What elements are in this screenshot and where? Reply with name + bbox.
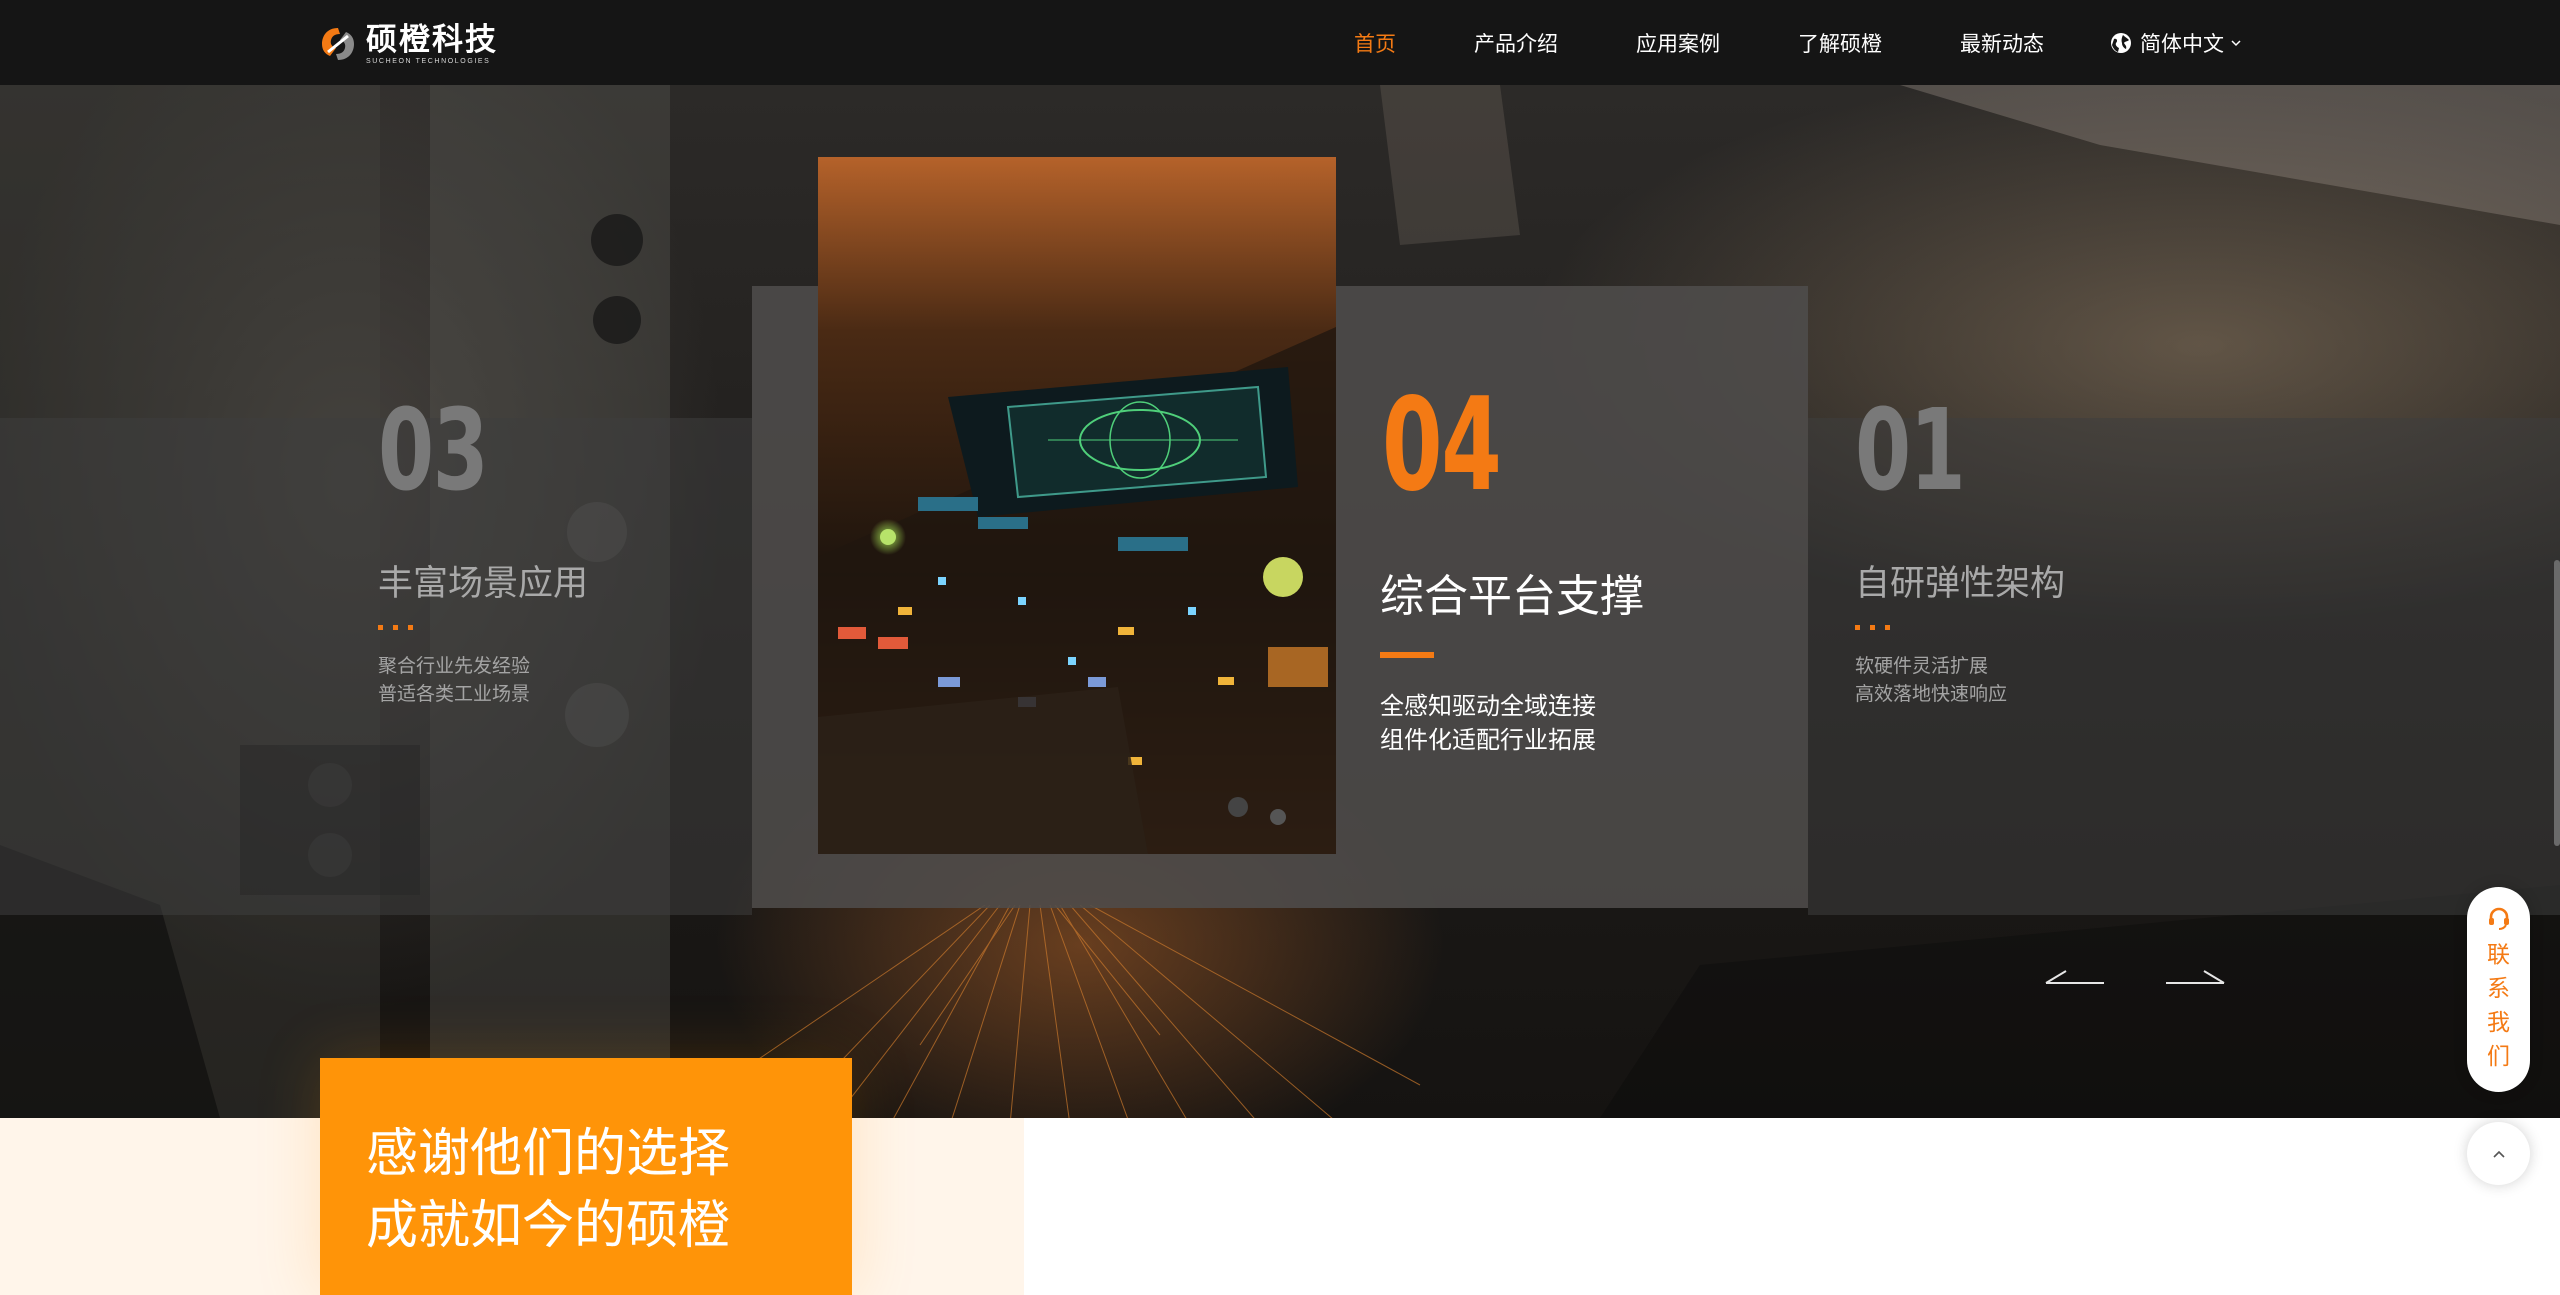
thanks-line-1: 感谢他们的选择 (366, 1125, 731, 1183)
arrow-right-icon[interactable] (2162, 965, 2228, 989)
slide-dots-right (1855, 625, 1890, 630)
slide-desc-right: 软硬件灵活扩展 高效落地快速响应 (1855, 656, 2008, 705)
slide-desc-left: 聚合行业先发经验 普适各类工业场景 (378, 656, 531, 705)
nav-item-products[interactable]: 产品介绍 (1474, 28, 1558, 58)
contact-label-char: 联 (2487, 941, 2510, 967)
sucheon-logo-icon (322, 28, 354, 60)
thanks-line-2: 成就如今的硕橙 (366, 1197, 731, 1255)
slide-number-left: 03 (378, 386, 489, 516)
main-nav: 首页 产品介绍 应用案例 了解硕橙 最新动态 简体中文 (1276, 0, 2242, 85)
chevron-down-icon (2231, 39, 2241, 46)
thanks-banner: 感谢他们的选择 成就如今的硕橙 (320, 1058, 852, 1295)
nav-item-about[interactable]: 了解硕橙 (1798, 28, 1882, 58)
contact-label-char: 系 (2487, 975, 2510, 1001)
brand-name: 硕橙科技 (366, 21, 498, 57)
language-selector[interactable]: 简体中文 (2110, 28, 2242, 58)
nav-item-home[interactable]: 首页 (1354, 28, 1396, 58)
slide-title-active: 综合平台支撑 (1380, 572, 1644, 621)
contact-label-char: 我 (2487, 1009, 2510, 1035)
contact-us-button[interactable]: 联 系 我 们 (2467, 887, 2530, 1092)
headset-icon (2488, 907, 2509, 930)
slide-title-left: 丰富场景应用 (378, 564, 589, 603)
control-panel-photo (818, 157, 1336, 854)
globe-icon (2111, 32, 2131, 53)
brand-logo[interactable]: 硕橙科技 SUCHEON TECHNOLOGIES (318, 20, 498, 68)
nav-item-cases[interactable]: 应用案例 (1636, 28, 1720, 58)
language-label: 简体中文 (2140, 32, 2224, 56)
back-to-top-button[interactable] (2467, 1122, 2530, 1185)
slide-desc-active: 全感知驱动全域连接 组件化适配行业拓展 (1380, 693, 1596, 754)
arrow-left-icon[interactable] (2042, 965, 2108, 989)
site-header: 硕橙科技 SUCHEON TECHNOLOGIES 首页 产品介绍 应用案例 了… (0, 0, 2560, 85)
slide-number-active: 04 (1382, 371, 1502, 520)
nav-item-news[interactable]: 最新动态 (1960, 28, 2044, 58)
control-panel-illustration (818, 157, 1336, 854)
hero-carousel: 03 丰富场景应用 聚合行业先发经验 普适各类工业场景 01 自研弹性架构 软硬… (0, 85, 2560, 1118)
slide-title-right: 自研弹性架构 (1855, 564, 2066, 603)
slide-number-right: 01 (1855, 386, 1966, 516)
slide-accent-bar (1380, 652, 1434, 658)
contact-label-char: 们 (2487, 1043, 2510, 1069)
slide-dots-left (378, 625, 413, 630)
chevron-up-icon (2492, 1150, 2505, 1158)
slide-panel-left[interactable] (0, 418, 752, 915)
brand-tagline: SUCHEON TECHNOLOGIES (366, 57, 491, 65)
page-scrollbar[interactable] (2554, 560, 2560, 846)
